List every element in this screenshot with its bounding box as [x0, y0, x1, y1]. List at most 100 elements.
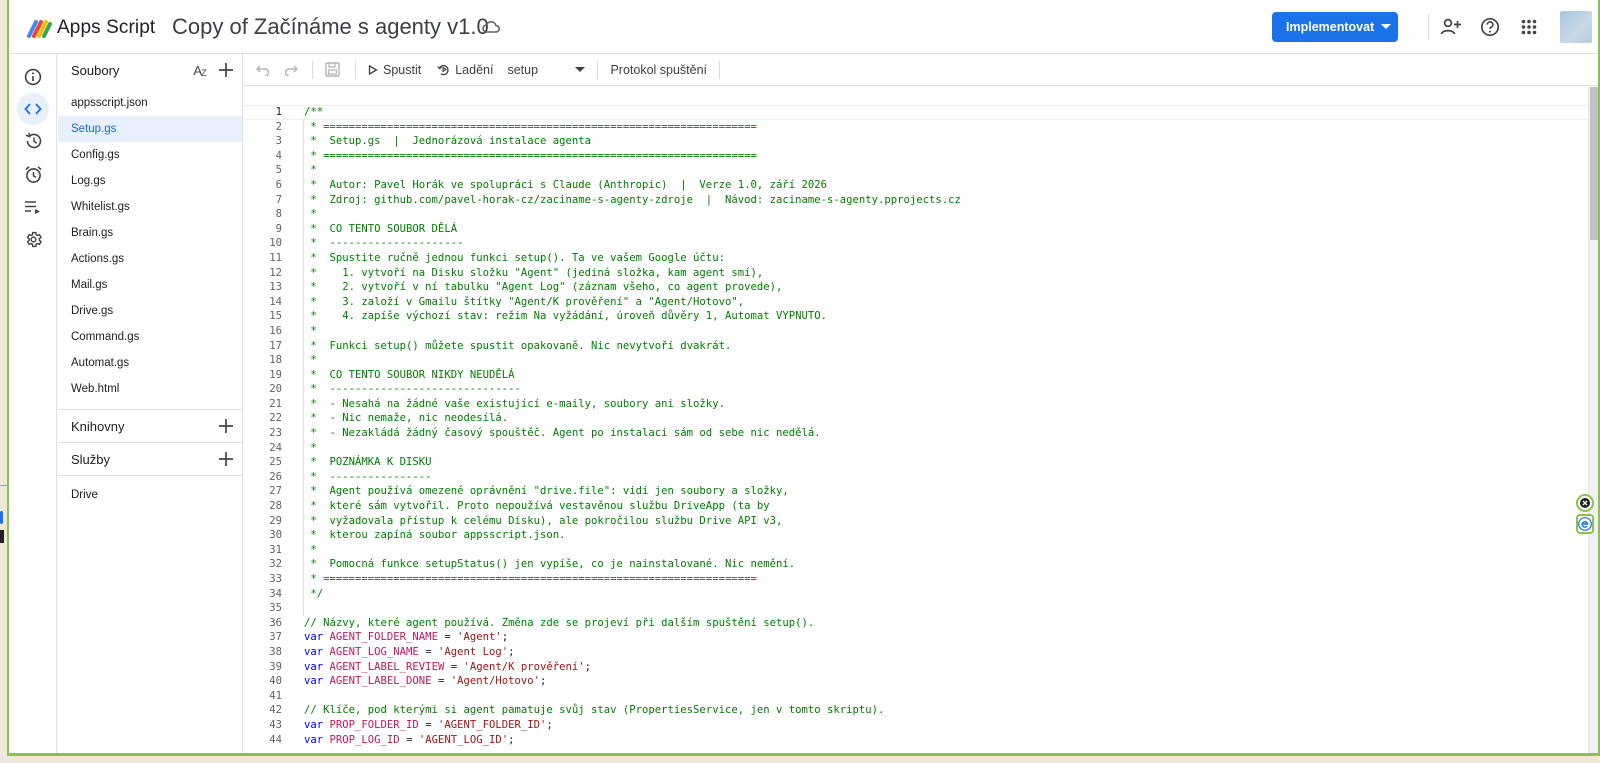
code-line: * vyžadovala přístup k celému Disku), al… [304, 514, 783, 527]
cloud-saved-icon [482, 21, 500, 33]
line-number: 13 [269, 281, 282, 294]
code-line: * 4. zapíše výchozí stav: režim Na vyžád… [304, 310, 827, 323]
file-item[interactable]: Command.gs [58, 324, 242, 350]
line-number: 11 [269, 251, 282, 264]
file-item[interactable]: Drive.gs [58, 298, 242, 324]
code-line: // Klíče, pod kterými si agent pamatuje … [304, 704, 885, 717]
file-item[interactable]: Log.gs [58, 168, 242, 194]
execution-log-button[interactable]: Protokol spuštění [610, 58, 707, 82]
line-number: 4 [275, 149, 282, 162]
settings-icon[interactable] [17, 223, 49, 255]
line-number: 24 [269, 441, 282, 454]
files-header: Soubory AZ [58, 54, 242, 86]
scrollbar-thumb[interactable] [1590, 87, 1598, 240]
file-item[interactable]: Config.gs [58, 142, 242, 168]
apps-grid-icon[interactable] [1517, 15, 1541, 39]
code-editor[interactable]: 1 2 3 4 5 6 7 8 9 10 11 12 13 14 15 16 17 18 19 20 21 22 23 24 2… [244, 87, 1588, 753]
debug-button[interactable]: Ladění [437, 58, 493, 82]
line-number: 40 [269, 675, 282, 688]
code-line: * 2. vytvoří v ní tabulku "Agent Log" (z… [304, 281, 783, 294]
code-line: * 3. založí v Gmailu štítky "Agent/K pro… [304, 295, 745, 308]
line-number: 39 [269, 660, 282, 673]
chevron-down-icon[interactable] [1374, 24, 1398, 30]
code-line: * - Nic nemaže, nic neodesílá. [304, 412, 509, 425]
deploy-button[interactable]: Implementovat [1272, 12, 1398, 42]
line-number: 26 [269, 470, 282, 483]
add-service-icon[interactable] [216, 449, 236, 469]
code-line: var AGENT_LABEL_DONE = 'Agent/Hotovo'; [304, 675, 547, 688]
code-line: */ [304, 587, 324, 600]
deploy-label: Implementovat [1286, 20, 1375, 34]
code-line: * CO TENTO SOUBOR NIKDY NEUDĚLÁ [304, 368, 515, 381]
save-icon[interactable] [325, 58, 345, 82]
service-item-drive[interactable]: Drive [58, 482, 242, 508]
code-line: * Autor: Pavel Horák ve spolupráci s Cla… [304, 178, 827, 191]
line-number: 23 [269, 427, 282, 440]
history-icon[interactable] [17, 125, 49, 157]
redo-icon[interactable] [284, 58, 304, 82]
line-number: 27 [269, 485, 282, 498]
info-icon[interactable] [17, 61, 49, 93]
file-item-active[interactable]: Setup.gs [58, 116, 242, 142]
line-number: 35 [269, 602, 282, 615]
code-line: * které sám vytvořil. Proto nepoužívá ve… [304, 500, 770, 513]
code-lines[interactable]: /** * ==================================… [304, 105, 1588, 747]
undo-icon[interactable] [256, 58, 276, 82]
add-library-icon[interactable] [216, 416, 236, 436]
help-icon[interactable] [1478, 15, 1502, 39]
executions-icon[interactable] [17, 191, 49, 223]
code-line: * [304, 208, 317, 221]
file-item[interactable]: Web.html [58, 376, 242, 402]
code-line: * [304, 354, 317, 367]
line-number: 6 [275, 178, 282, 191]
background-window-fragment [0, 511, 3, 524]
code-line: * --------------------- [304, 237, 464, 250]
line-number: 36 [269, 616, 282, 629]
line-number: 31 [269, 543, 282, 556]
line-number: 16 [269, 324, 282, 337]
code-line: * 1. vytvoří na Disku složku "Agent" (je… [304, 266, 764, 279]
editor-toolbar: Spustit Ladění setup Protokol spuštění [244, 54, 1598, 86]
line-number: 17 [269, 339, 282, 352]
libraries-header: Knihovny [58, 410, 242, 442]
code-line: /** [304, 106, 324, 118]
line-number: 42 [269, 704, 282, 717]
file-item[interactable]: Automat.gs [58, 350, 242, 376]
alarm-icon[interactable] [17, 158, 49, 190]
code-line: * ======================================… [304, 120, 757, 133]
extension-e-icon[interactable] [1576, 514, 1594, 534]
line-number: 21 [269, 397, 282, 410]
line-number: 9 [275, 222, 282, 235]
add-file-icon[interactable] [216, 60, 236, 80]
file-item[interactable]: Brain.gs [58, 220, 242, 246]
code-icon[interactable] [17, 93, 49, 125]
sort-az-icon[interactable]: AZ [190, 60, 210, 80]
line-number: 12 [269, 266, 282, 279]
code-line: * Zdroj: github.com/pavel-horak-cz/zacin… [304, 193, 961, 206]
run-label: Spustit [383, 62, 422, 77]
file-item[interactable]: appsscript.json [58, 90, 242, 116]
close-icon[interactable] [1576, 494, 1594, 512]
code-line: * kterou zapíná soubor appsscript.json. [304, 529, 566, 542]
code-line: * Pomocná funkce setupStatus() jen vypíš… [304, 558, 796, 571]
project-title[interactable]: Copy of Začínáme s agenty v1.0 [172, 14, 489, 40]
run-button[interactable]: Spustit [368, 58, 421, 82]
code-line: * POZNÁMKA K DISKU [304, 456, 432, 469]
editor-scrollbar[interactable] [1588, 87, 1598, 753]
file-item[interactable]: Whitelist.gs [58, 194, 242, 220]
line-number: 34 [269, 587, 282, 600]
background-window-fragment [0, 530, 4, 543]
function-select[interactable]: setup [507, 58, 589, 82]
line-number-gutter: 1 2 3 4 5 6 7 8 9 10 11 12 13 14 15 16 17 18 19 20 21 22 23 24 2… [244, 105, 284, 747]
brand-name[interactable]: Apps Script [57, 17, 155, 39]
apps-script-logo-icon[interactable] [26, 16, 52, 38]
toolbar-divider [355, 60, 356, 79]
file-item[interactable]: Actions.gs [58, 246, 242, 272]
file-item[interactable]: Mail.gs [58, 272, 242, 298]
code-line: * - Nezakládá žádný časový spouštěč. Age… [304, 427, 821, 440]
avatar[interactable] [1560, 11, 1592, 43]
line-number: 43 [269, 718, 282, 731]
add-person-icon[interactable] [1439, 15, 1463, 39]
line-number: 18 [269, 354, 282, 367]
file-list: appsscript.json Setup.gs Config.gs Log.g… [58, 90, 242, 402]
